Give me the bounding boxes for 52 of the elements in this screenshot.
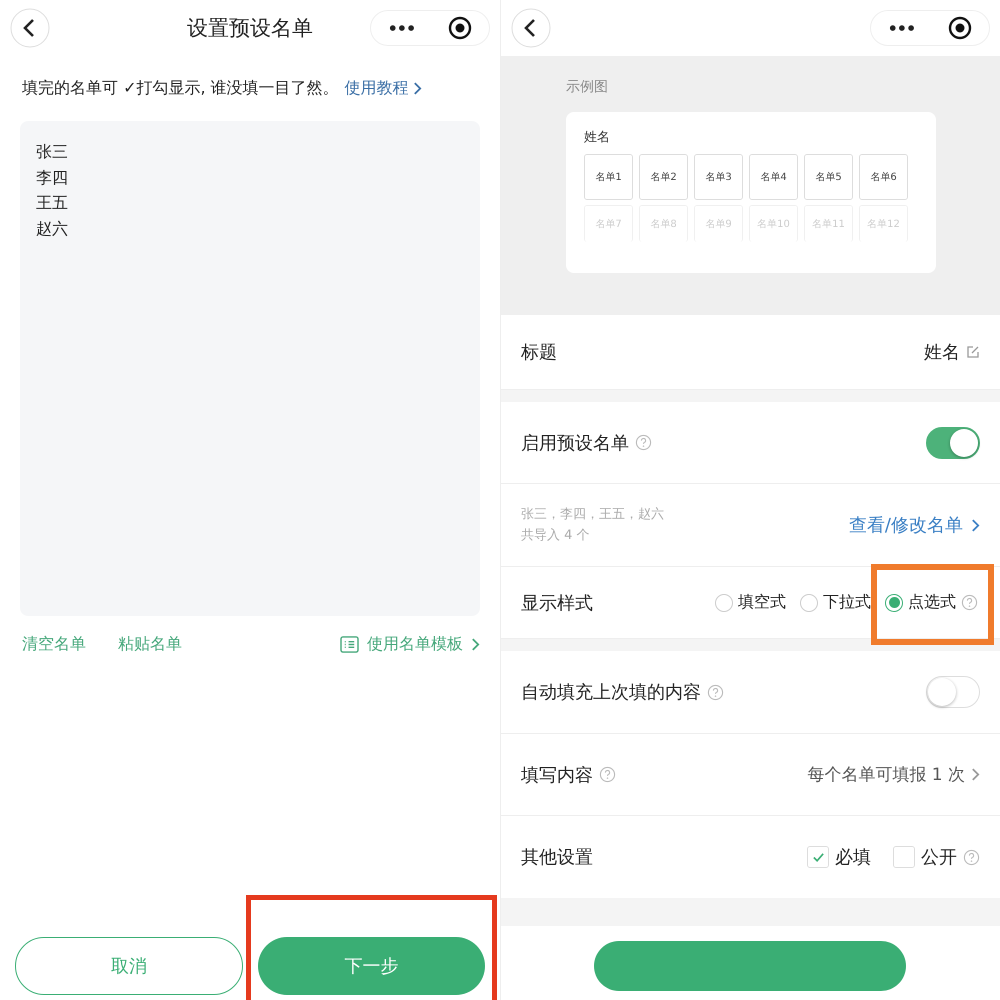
chevron-icon	[412, 81, 422, 96]
help-icon	[635, 434, 652, 451]
radio-button[interactable]	[800, 594, 818, 612]
back-icon[interactable]	[10, 8, 50, 48]
page-title: 设置预设名单	[187, 16, 313, 40]
example-chip: 名单4	[749, 154, 798, 200]
checkbox-label[interactable]: 公开	[921, 845, 957, 869]
radio-label[interactable]: 填空式	[738, 592, 786, 613]
list-icon	[340, 636, 359, 653]
help-icon	[961, 594, 978, 611]
example-caption: 示例图	[566, 78, 609, 96]
example-chip: 名单6	[859, 154, 908, 200]
hint-text: 填完的名单可 ✓打勾显示, 谁没填一目了然。	[22, 78, 339, 99]
radio-label[interactable]: 点选式	[908, 592, 956, 613]
toggle-switch[interactable]	[926, 426, 980, 458]
edit-icon[interactable]	[966, 345, 980, 359]
title-value[interactable]: 姓名	[924, 340, 960, 364]
row-label: 自动填充上次填的内容	[521, 681, 701, 704]
chevron-icon	[471, 637, 480, 652]
row-label: 启用预设名单	[521, 432, 629, 454]
check-icon	[812, 850, 824, 864]
more-button[interactable]: •••	[888, 18, 916, 38]
tutorial-link[interactable]: 使用教程	[344, 78, 422, 99]
example-field-title: 姓名	[584, 129, 611, 146]
back-icon[interactable]	[511, 8, 551, 48]
row-label: 填写内容	[521, 764, 593, 786]
submit-button[interactable]	[594, 941, 906, 991]
example-chip: 名单1	[584, 154, 633, 200]
help-icon	[707, 684, 724, 700]
target-icon[interactable]	[448, 16, 472, 40]
row-label: 显示样式	[521, 592, 593, 614]
name-list-field[interactable]: 张三 李四 王五 赵六	[20, 121, 480, 616]
checkbox[interactable]	[893, 846, 915, 868]
edit-list-link[interactable]: 查看/修改名单	[848, 513, 980, 537]
radio-button[interactable]	[715, 594, 733, 612]
chevron-icon	[971, 518, 980, 532]
checkbox[interactable]	[807, 846, 829, 868]
target-icon[interactable]	[948, 16, 972, 40]
name-summary: 张三，李四，王五，赵六	[521, 506, 664, 524]
more-button[interactable]: •••	[388, 18, 416, 38]
checkbox-label[interactable]: 必填	[835, 845, 871, 869]
example-chip: 名单5	[804, 154, 853, 200]
radio-label[interactable]: 下拉式	[823, 592, 871, 613]
example-chip: 名单2	[639, 154, 688, 200]
help-icon	[599, 766, 616, 783]
radio-button[interactable]	[885, 594, 903, 612]
chevron-icon	[971, 767, 980, 782]
import-count: 共导入 4 个	[521, 527, 591, 545]
example-chip: 名单3	[694, 154, 743, 200]
row-label: 其他设置	[521, 846, 593, 869]
row-label: 标题	[521, 341, 557, 364]
fill-limit-selector[interactable]: 每个名单可填报 1 次	[807, 763, 980, 786]
